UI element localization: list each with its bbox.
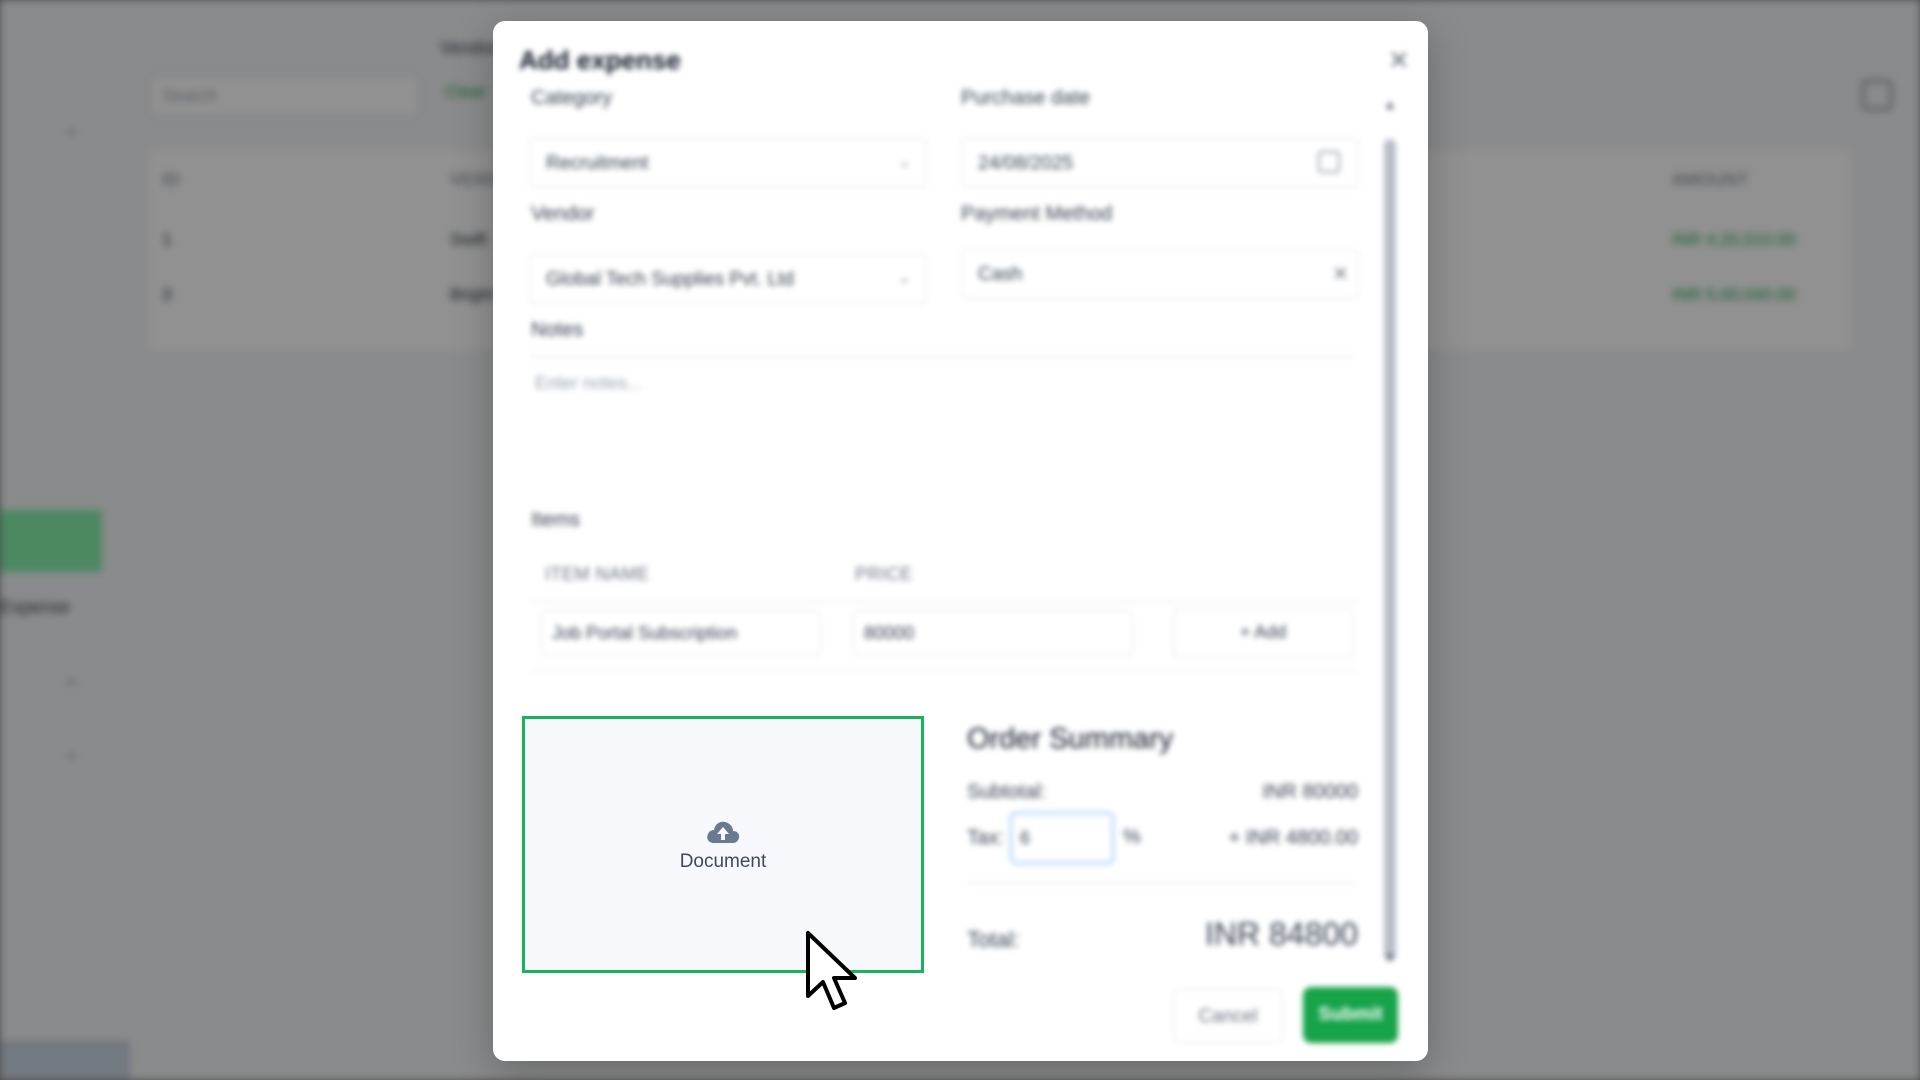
notes-label: Notes: [531, 319, 584, 341]
category-select[interactable]: Recruitment ⌄: [529, 138, 927, 188]
payment-method-label: Payment Method: [961, 203, 1113, 225]
items-divider: [529, 601, 1359, 602]
submit-button[interactable]: Submit: [1303, 987, 1398, 1043]
vendor-select[interactable]: Global Tech Supplies Pvt. Ltd ⌄: [529, 254, 927, 304]
chevron-down-icon: ⌄: [896, 151, 912, 171]
notes-textarea[interactable]: Enter notes...: [529, 356, 1354, 486]
cloud-upload-icon: [707, 821, 740, 843]
items-label: Items: [531, 509, 580, 531]
items-col-item-name: ITEM NAME: [545, 564, 650, 584]
modal-scrollbar-thumb[interactable]: [1384, 139, 1396, 961]
item-price-input[interactable]: 80000: [853, 610, 1133, 656]
total-value: INR 84800: [1205, 916, 1358, 952]
scroll-down-arrow-icon[interactable]: ▼: [1383, 949, 1397, 965]
clear-icon[interactable]: ×: [1333, 258, 1348, 289]
purchase-date-label: Purchase date: [961, 87, 1090, 109]
calendar-icon[interactable]: [1318, 151, 1340, 173]
add-expense-modal: Add expense ✕ Category Recruitment ⌄ Pur…: [493, 21, 1428, 1061]
modal-title: Add expense: [519, 45, 681, 75]
payment-method-select[interactable]: Cash ×: [961, 249, 1359, 299]
vendor-label: Vendor: [531, 203, 595, 225]
payment-method-value: Cash: [978, 264, 1023, 285]
cancel-button[interactable]: Cancel: [1173, 989, 1283, 1043]
items-col-price: PRICE: [855, 564, 913, 584]
add-item-button[interactable]: + Add: [1173, 608, 1353, 658]
subtotal-value: INR 80000: [1262, 781, 1358, 803]
subtotal-label: Subtotal:: [967, 781, 1046, 803]
purchase-date-input[interactable]: 24/08/2025: [961, 138, 1359, 188]
tax-percent-sign: %: [1123, 826, 1141, 848]
mouse-pointer-icon: [806, 931, 857, 1010]
item-name-input[interactable]: Job Portal Subscription: [541, 610, 821, 656]
order-summary-title: Order Summary: [967, 723, 1174, 755]
upload-label: Document: [679, 850, 767, 872]
category-value: Recruitment: [546, 153, 649, 174]
purchase-date-value: 24/08/2025: [978, 153, 1074, 174]
close-icon[interactable]: ✕: [1388, 45, 1410, 76]
total-label: Total:: [967, 927, 1020, 952]
tax-label: Tax:: [967, 827, 1004, 849]
scroll-up-arrow-icon[interactable]: ▲: [1383, 96, 1397, 112]
summary-divider: [967, 883, 1357, 884]
tax-input[interactable]: 6: [1010, 812, 1114, 864]
tax-amount: + INR 4800.00: [1228, 827, 1358, 849]
chevron-down-icon: ⌄: [896, 267, 912, 287]
vendor-value: Global Tech Supplies Pvt. Ltd: [546, 269, 794, 290]
category-label: Category: [531, 87, 613, 109]
items-divider: [529, 671, 1359, 672]
